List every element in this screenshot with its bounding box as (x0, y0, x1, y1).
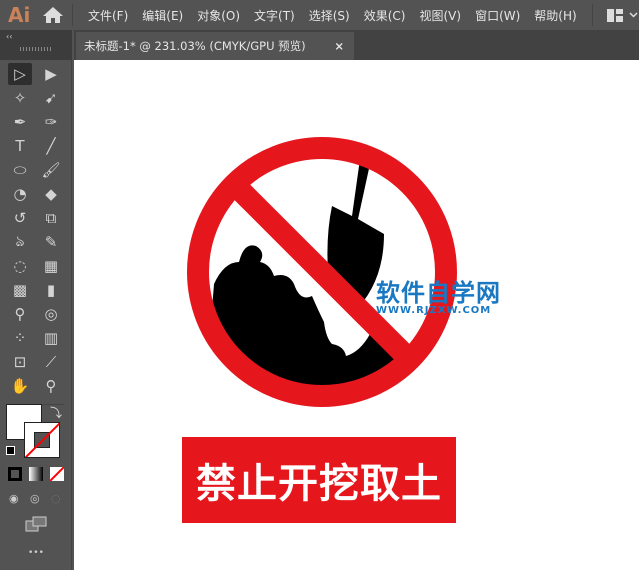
blend-tool[interactable]: ◎ (39, 303, 63, 325)
eraser-tool[interactable]: ◆ (39, 183, 63, 205)
drag-handle[interactable] (20, 47, 52, 51)
type-icon: T (15, 137, 25, 155)
zoom-tool[interactable]: ⚲ (39, 375, 63, 397)
scale-tool[interactable]: ⧉ (39, 207, 63, 229)
toolbar-header: ‹‹ (0, 30, 72, 60)
menu-bar: Ai 文件(F) 编辑(E) 对象(O) 文字(T) 选择(S) 效果(C) 视… (0, 0, 639, 30)
draw-inside-icon[interactable]: ◌ (51, 492, 61, 505)
slice-icon: ⟋ (45, 353, 57, 371)
direct-selection-tool[interactable]: ▶ (39, 63, 63, 85)
zoom-icon: ⚲ (45, 377, 57, 395)
column-graph-icon: ▥ (43, 329, 59, 347)
menu-select[interactable]: 选择(S) (309, 7, 350, 24)
document-tab[interactable]: 未标题-1* @ 231.03% (CMYK/GPU 预览) × (76, 32, 354, 60)
pen-tool[interactable]: ✒ (8, 111, 32, 133)
draw-normal-icon[interactable]: ◉ (9, 492, 19, 505)
rotate-tool[interactable]: ↺ (8, 207, 32, 229)
watermark: 软件自学网 WWW.RJZXW.COM (376, 273, 501, 316)
warp-tool[interactable]: ঌ (8, 231, 32, 253)
pen-icon: ✒ (13, 113, 27, 131)
eyedropper-icon: ⚲ (14, 305, 26, 323)
draw-behind-icon[interactable]: ◎ (30, 492, 40, 505)
artboard-canvas[interactable]: 禁止开挖取土 软件自学网 WWW.RJZXW.COM (74, 60, 639, 570)
tools-panel: ▷ ▶ ✧ ➹ ✒ ✑ T ╱ ⬭ 🖌 ◔ ◆ ↺ ⧉ ঌ ✎ ◌ ▦ ▩ ▮ ⚲ ◎ ⁘ ▥ ⊡ ⟋ ✋ ⚲ ⤵ ◉ ◎ ◌ ••• (0, 60, 72, 570)
puppet-warp-tool[interactable]: ✎ (39, 231, 63, 253)
curvature-tool[interactable]: ✑ (39, 111, 63, 133)
tab-title: 未标题-1* @ 231.03% (CMYK/GPU 预览) (84, 39, 306, 53)
selection-icon: ▷ (14, 65, 26, 83)
shape-builder-icon: ◌ (13, 257, 27, 275)
shape-builder-tool[interactable]: ◌ (8, 255, 32, 277)
document-tab-bar: 未标题-1* @ 231.03% (CMYK/GPU 预览) × (74, 30, 639, 60)
artboard-icon: ⊡ (13, 353, 27, 371)
menu-window[interactable]: 窗口(W) (475, 7, 520, 24)
menu-object[interactable]: 对象(O) (197, 7, 240, 24)
menu-help[interactable]: 帮助(H) (534, 7, 576, 24)
eyedropper-tool[interactable]: ⚲ (8, 303, 32, 325)
column-graph-tool[interactable]: ▥ (39, 327, 63, 349)
lasso-tool[interactable]: ➹ (39, 87, 63, 109)
prohibition-sign-graphic (187, 137, 457, 407)
perspective-grid-tool[interactable]: ▦ (39, 255, 63, 277)
divider (591, 4, 593, 26)
shaper-tool[interactable]: ◔ (8, 183, 32, 205)
home-icon[interactable] (42, 6, 64, 24)
collapse-button[interactable]: ‹‹ (6, 32, 12, 41)
hand-icon: ✋ (10, 377, 30, 395)
gradient-tool[interactable]: ▮ (39, 279, 63, 301)
symbol-sprayer-tool[interactable]: ⁘ (8, 327, 32, 349)
watermark-url: WWW.RJZXW.COM (376, 305, 492, 316)
shaper-icon: ◔ (13, 185, 27, 203)
ellipse-icon: ⬭ (13, 161, 27, 179)
mesh-icon: ▩ (12, 281, 28, 299)
chevron-down-icon (629, 12, 638, 18)
stroke-swatch[interactable] (24, 422, 60, 458)
workspace-switcher[interactable] (606, 8, 638, 22)
sign-label: 禁止开挖取土 (182, 437, 456, 523)
puppet-warp-icon: ✎ (44, 233, 58, 251)
menu-edit[interactable]: 编辑(E) (142, 7, 183, 24)
menu-effect[interactable]: 效果(C) (364, 7, 406, 24)
paintbrush-tool[interactable]: 🖌 (39, 159, 63, 181)
divider (72, 4, 73, 26)
perspective-grid-icon: ▦ (43, 257, 59, 275)
magic-wand-icon: ✧ (13, 89, 27, 107)
warp-icon: ঌ (15, 231, 25, 250)
line-tool[interactable]: ╱ (39, 135, 63, 157)
eraser-icon: ◆ (45, 185, 57, 203)
gradient-mode-button[interactable] (29, 467, 43, 481)
swap-icon[interactable]: ⤵ (50, 404, 62, 421)
app-logo: Ai (8, 3, 31, 27)
hand-tool[interactable]: ✋ (8, 375, 32, 397)
artboard-tool[interactable]: ⊡ (8, 351, 32, 373)
close-icon[interactable]: × (334, 39, 344, 53)
line-icon: ╱ (46, 137, 56, 155)
menu-file[interactable]: 文件(F) (88, 7, 128, 24)
menu-type[interactable]: 文字(T) (254, 7, 295, 24)
menu-view[interactable]: 视图(V) (419, 7, 461, 24)
blend-icon: ◎ (44, 305, 58, 323)
more-tools-button[interactable]: ••• (28, 548, 44, 558)
paintbrush-icon: 🖌 (41, 161, 61, 179)
magic-wand-tool[interactable]: ✧ (8, 87, 32, 109)
scale-icon: ⧉ (45, 209, 57, 227)
screen-mode-icon[interactable] (25, 516, 47, 532)
selection-tool[interactable]: ▷ (8, 63, 32, 85)
slice-tool[interactable]: ⟋ (39, 351, 63, 373)
direct-selection-icon: ▶ (45, 65, 57, 83)
lasso-icon: ➹ (44, 89, 58, 107)
rotate-icon: ↺ (13, 209, 27, 227)
gradient-icon: ▮ (46, 281, 56, 299)
default-colors-icon[interactable] (6, 446, 15, 455)
type-tool[interactable]: T (8, 135, 32, 157)
symbol-sprayer-icon: ⁘ (13, 329, 27, 347)
curvature-icon: ✑ (44, 113, 58, 131)
none-mode-button[interactable] (50, 467, 64, 481)
mesh-tool[interactable]: ▩ (8, 279, 32, 301)
ellipse-tool[interactable]: ⬭ (8, 159, 32, 181)
color-mode-button[interactable] (7, 466, 23, 482)
watermark-title: 软件自学网 (376, 279, 501, 307)
layout-icon (606, 8, 623, 22)
